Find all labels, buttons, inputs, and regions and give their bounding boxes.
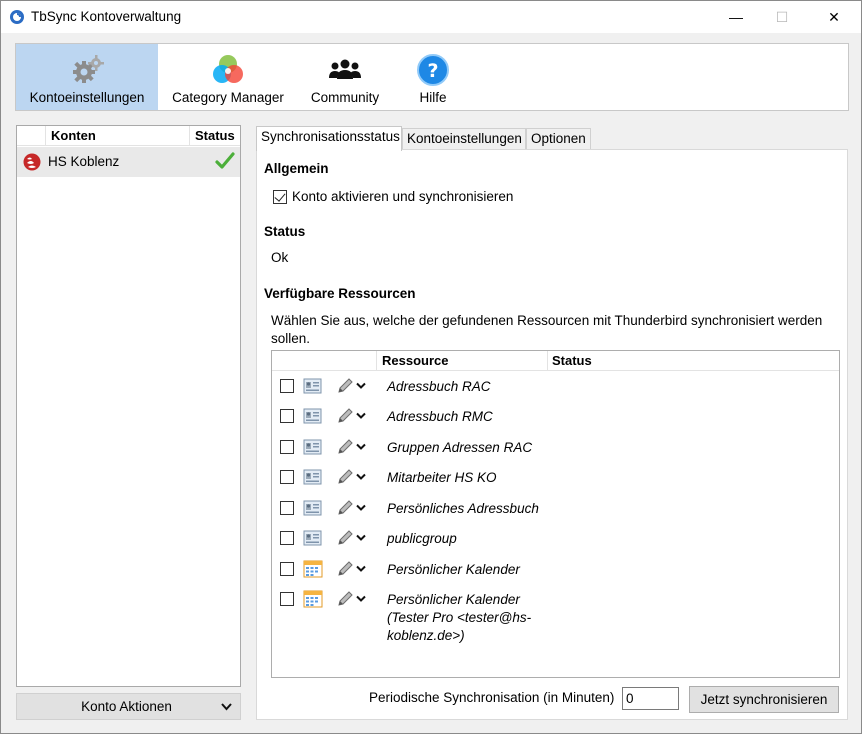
chevron-down-icon[interactable] bbox=[356, 382, 366, 390]
calendar-icon bbox=[303, 560, 323, 578]
resource-checkbox[interactable] bbox=[280, 592, 294, 606]
close-button[interactable]: ✕ bbox=[811, 1, 857, 33]
pencil-icon[interactable] bbox=[335, 467, 355, 487]
help-icon: ? bbox=[417, 54, 449, 86]
resource-name: Persönliches Adressbuch bbox=[387, 501, 539, 516]
resource-name: Persönlicher Kalender (Tester Pro <teste… bbox=[387, 592, 532, 643]
addressbook-icon bbox=[303, 378, 322, 394]
list-item[interactable]: Adressbuch RMC bbox=[272, 402, 839, 432]
section-status: Status bbox=[264, 224, 306, 239]
list-item[interactable]: Mitarbeiter HS KO bbox=[272, 463, 839, 493]
tbsync-app-icon bbox=[10, 10, 24, 24]
people-icon bbox=[329, 59, 361, 79]
periodic-sync-label: Periodische Synchronisation (in Minuten) bbox=[369, 690, 615, 705]
minimize-button[interactable]: — bbox=[713, 1, 759, 33]
account-name: HS Koblenz bbox=[48, 154, 120, 169]
column-header-status[interactable]: Status bbox=[195, 128, 235, 143]
resource-name: publicgroup bbox=[387, 531, 457, 546]
calendar-icon bbox=[303, 590, 323, 608]
chevron-down-icon bbox=[221, 703, 232, 711]
pencil-icon[interactable] bbox=[335, 376, 355, 396]
title-bar: TbSync Kontoverwaltung — ☐ ✕ bbox=[1, 1, 861, 33]
toolbar-label: Hilfe bbox=[419, 90, 447, 105]
tab-panel-synchronisationsstatus: Allgemein Konto aktivieren und synchroni… bbox=[256, 149, 848, 720]
chevron-down-icon[interactable] bbox=[356, 412, 366, 420]
account-row-hs-koblenz[interactable]: HS Koblenz bbox=[17, 147, 240, 177]
tab-optionen[interactable]: Optionen bbox=[526, 128, 591, 150]
chevron-down-icon[interactable] bbox=[356, 443, 366, 451]
toolbar-community[interactable]: Community bbox=[302, 44, 388, 110]
sync-now-button[interactable]: Jetzt synchronisieren bbox=[689, 686, 839, 713]
accounts-list: Konten Status HS Koblenz bbox=[16, 125, 241, 687]
tab-kontoeinstellungen[interactable]: Kontoeinstellungen bbox=[402, 128, 526, 150]
resource-checkbox[interactable] bbox=[280, 501, 294, 515]
resource-checkbox[interactable] bbox=[280, 470, 294, 484]
chevron-down-icon[interactable] bbox=[356, 565, 366, 573]
resource-name: Adressbuch RAC bbox=[387, 379, 491, 394]
column-header-status[interactable]: Status bbox=[552, 353, 592, 368]
resources-list-header: Ressource Status bbox=[272, 351, 839, 371]
list-item[interactable]: publicgroup bbox=[272, 524, 839, 554]
pencil-icon[interactable] bbox=[335, 406, 355, 426]
resources-list: Ressource Status Adressbuch RAC Adressbu… bbox=[271, 350, 840, 678]
account-actions-button[interactable]: Konto Aktionen bbox=[16, 693, 241, 720]
section-allgemein: Allgemein bbox=[264, 161, 329, 176]
enable-account-label[interactable]: Konto aktivieren und synchronisieren bbox=[292, 189, 513, 204]
chevron-down-icon[interactable] bbox=[356, 504, 366, 512]
toolbar-label: Kontoeinstellungen bbox=[29, 90, 145, 105]
list-item[interactable]: Persönlicher Kalender bbox=[272, 555, 839, 585]
addressbook-icon bbox=[303, 530, 322, 546]
list-item[interactable]: Persönliches Adressbuch bbox=[272, 494, 839, 524]
resources-hint: Wählen Sie aus, welche der gefundenen Re… bbox=[271, 313, 823, 346]
color-circles-icon bbox=[213, 55, 243, 83]
account-logo-icon bbox=[23, 153, 41, 171]
list-item[interactable]: Gruppen Adressen RAC bbox=[272, 433, 839, 463]
enable-account-checkbox[interactable] bbox=[273, 190, 287, 204]
pencil-icon[interactable] bbox=[335, 559, 355, 579]
resource-name: Adressbuch RMC bbox=[387, 409, 493, 424]
chevron-down-icon[interactable] bbox=[356, 473, 366, 481]
status-value: Ok bbox=[271, 250, 289, 265]
svg-text:?: ? bbox=[427, 60, 438, 82]
chevron-down-icon[interactable] bbox=[356, 534, 366, 542]
list-item[interactable]: Adressbuch RAC bbox=[272, 372, 839, 402]
window-title: TbSync Kontoverwaltung bbox=[31, 9, 182, 24]
resource-name: Persönlicher Kalender bbox=[387, 562, 520, 577]
addressbook-icon bbox=[303, 439, 322, 455]
section-verfuegbare-ressourcen: Verfügbare Ressourcen bbox=[264, 286, 416, 301]
pencil-icon[interactable] bbox=[335, 528, 355, 548]
pencil-icon[interactable] bbox=[335, 498, 355, 518]
toolbar-kontoeinstellungen[interactable]: Kontoeinstellungen bbox=[16, 44, 158, 110]
account-actions-label: Konto Aktionen bbox=[81, 699, 172, 714]
main-toolbar: Kontoeinstellungen Category Manager Comm… bbox=[15, 43, 849, 111]
main-window: TbSync Kontoverwaltung — ☐ ✕ Kontoeinste… bbox=[0, 0, 862, 734]
resource-checkbox[interactable] bbox=[280, 409, 294, 423]
chevron-down-icon[interactable] bbox=[356, 595, 366, 603]
resource-checkbox[interactable] bbox=[280, 531, 294, 545]
resource-checkbox[interactable] bbox=[280, 379, 294, 393]
toolbar-hilfe[interactable]: ? Hilfe bbox=[400, 44, 466, 110]
maximize-button[interactable]: ☐ bbox=[759, 1, 805, 33]
toolbar-category-manager[interactable]: Category Manager bbox=[166, 44, 290, 110]
gears-icon bbox=[73, 55, 104, 83]
resource-name: Gruppen Adressen RAC bbox=[387, 440, 533, 455]
list-item[interactable]: Persönlicher Kalender (Tester Pro <teste… bbox=[272, 585, 839, 643]
periodic-sync-input[interactable] bbox=[622, 687, 679, 710]
accounts-list-header: Konten Status bbox=[17, 126, 240, 146]
column-header-ressource[interactable]: Ressource bbox=[382, 353, 448, 368]
resource-name: Mitarbeiter HS KO bbox=[387, 470, 497, 485]
pencil-icon[interactable] bbox=[335, 437, 355, 457]
tab-synchronisationsstatus[interactable]: Synchronisationsstatus bbox=[256, 126, 402, 151]
toolbar-label: Category Manager bbox=[172, 90, 284, 105]
toolbar-label: Community bbox=[310, 90, 380, 105]
addressbook-icon bbox=[303, 469, 322, 485]
pencil-icon[interactable] bbox=[335, 589, 355, 609]
resource-checkbox[interactable] bbox=[280, 562, 294, 576]
column-header-konten[interactable]: Konten bbox=[51, 128, 96, 143]
addressbook-icon bbox=[303, 500, 322, 516]
addressbook-icon bbox=[303, 408, 322, 424]
checkmark-icon bbox=[215, 152, 235, 169]
resource-checkbox[interactable] bbox=[280, 440, 294, 454]
